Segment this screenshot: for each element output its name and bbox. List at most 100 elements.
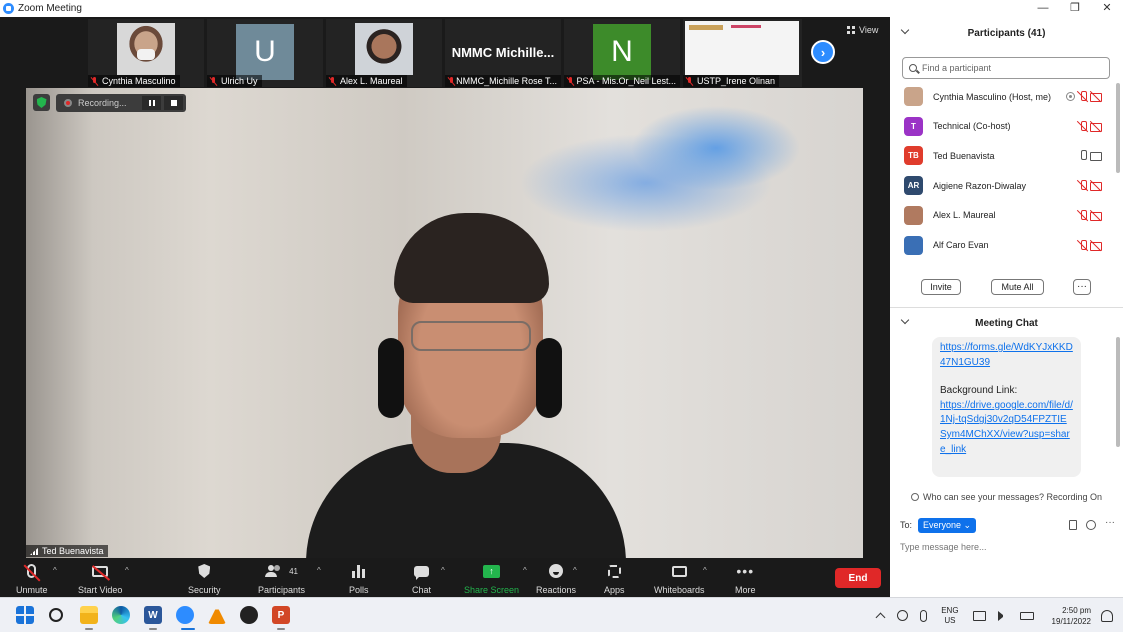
close-window-button[interactable]: ✕ [1091,0,1123,17]
language-indicator[interactable]: ENG US [941,606,958,626]
participant-row[interactable]: TB Ted Buenavista [890,141,1110,170]
participant-status [1066,120,1102,132]
microphone-icon[interactable] [920,609,928,622]
participant-scrollbar[interactable] [1116,83,1120,263]
thumbnail-psa[interactable]: N PSA - Mis.Or_Neil Lest... [564,19,680,87]
battery-icon[interactable] [1019,611,1034,620]
zoom-icon[interactable] [176,606,194,624]
thumbnail-ulrich[interactable]: U Ulrich Uy [207,19,323,87]
share-options-caret[interactable]: ^ [523,566,527,575]
thumbnail-alex[interactable]: Alex L. Maureal [326,19,442,87]
chat-link-forms[interactable]: https://forms.gle/WdKYJxKKD47N1GU39 [940,341,1073,370]
clock[interactable]: 2:50 pm 19/11/2022 [1052,605,1091,627]
notification-bell-icon[interactable] [1101,609,1113,622]
video-off-icon[interactable] [1090,91,1102,102]
apps-button[interactable]: Apps [604,562,625,595]
video-off-icon[interactable] [1090,180,1102,192]
thumbnail-nmmc[interactable]: NMMC Michille... NMMC_Michille Rose T... [445,19,561,87]
sync-icon[interactable] [897,610,909,621]
video-icon[interactable] [1090,150,1102,162]
windows-start-icon[interactable] [16,606,34,624]
chat-button[interactable]: Chat [412,562,431,595]
participant-row[interactable]: Alex L. Maureal [890,201,1110,230]
network-icon[interactable] [972,610,986,621]
chat-visibility-note[interactable]: Who can see your messages? Recording On [890,492,1123,502]
mic-muted-icon[interactable] [1077,180,1089,191]
reactions-button[interactable]: Reactions [536,562,576,595]
mic-muted-icon[interactable] [1077,120,1089,132]
more-dots-icon[interactable]: ··· [1105,518,1115,530]
polls-button[interactable]: Polls [349,562,369,595]
volume-icon[interactable] [997,610,1008,621]
unmute-button[interactable]: Unmute [16,562,48,595]
video-off-icon[interactable] [1090,121,1102,132]
whiteboard-options-caret[interactable]: ^ [703,566,707,575]
participants-options-caret[interactable]: ^ [317,566,321,575]
chat-message-input[interactable] [900,539,1110,555]
media-player-icon[interactable] [240,606,258,624]
mic-muted-icon [567,76,573,86]
running-indicator [277,628,285,630]
mic-muted-icon[interactable] [1077,209,1089,221]
chat-options-caret[interactable]: ^ [441,566,445,575]
participants-more-button[interactable]: ··· [1073,279,1091,295]
participant-name: Ted Buenavista [933,150,995,161]
file-explorer-icon[interactable] [80,606,98,624]
file-icon[interactable] [1069,520,1077,530]
word-icon[interactable]: W [144,606,162,624]
minimize-button[interactable]: — [1027,0,1059,17]
powerpoint-icon[interactable]: P [272,606,290,624]
emoji-icon[interactable] [1086,520,1096,530]
thumbnail-ustp[interactable]: USTP_Irene Olinan [683,19,802,87]
chat-link-drive[interactable]: https://drive.google.com/file/d/1Nj-tqSd… [940,399,1073,457]
start-video-button[interactable]: Start Video [78,562,122,595]
edge-browser-icon[interactable] [112,606,130,624]
chevron-down-icon[interactable] [900,25,910,35]
participant-search[interactable]: Find a participant [902,57,1110,79]
encryption-badge[interactable] [33,94,50,111]
participant-row[interactable]: Cynthia Masculino (Host, me) [890,82,1110,111]
polls-icon [352,564,366,578]
maximize-button[interactable]: ❐ [1059,0,1091,17]
audio-options-caret[interactable]: ^ [53,566,57,575]
participants-panel-header: Participants (41) [890,19,1123,47]
chevron-down-icon[interactable] [900,315,910,325]
pause-recording-button[interactable] [142,96,161,110]
security-button[interactable]: Security [188,562,221,595]
mic-muted-icon [686,76,693,86]
recipient-dropdown[interactable]: Everyone ⌄ [918,517,977,533]
participant-row[interactable]: Alf Caro Evan [890,231,1110,260]
next-page-button[interactable]: › [811,40,835,64]
mic-muted-icon [329,76,336,86]
thumbnail-name: NMMC_Michille Rose T... [445,75,561,87]
mic-muted-icon[interactable] [1077,239,1089,251]
view-button[interactable]: View [847,25,878,35]
mic-icon[interactable] [1077,150,1089,161]
mute-all-button[interactable]: Mute All [991,279,1044,295]
end-meeting-button[interactable]: End [835,568,881,588]
stop-recording-button[interactable] [164,96,183,110]
video-off-icon[interactable] [1090,240,1102,251]
mic-muted-icon[interactable] [1077,91,1089,102]
participant-row[interactable]: AR Aigiene Razon-Diwalay [890,171,1110,200]
thumbnail-cynthia[interactable]: Cynthia Masculino [88,19,204,87]
show-hidden-icons-chevron-icon[interactable] [875,612,886,623]
share-screen-button[interactable]: ↑ Share Screen [464,562,519,595]
invite-button[interactable]: Invite [921,279,961,295]
chat-scrollbar[interactable] [1116,337,1120,485]
person-icon [910,493,919,501]
avatar [904,87,923,106]
vlc-icon[interactable] [208,606,226,624]
whiteboards-button[interactable]: Whiteboards [654,562,705,595]
video-off-icon[interactable] [1090,210,1102,221]
participant-video [355,23,413,75]
reactions-options-caret[interactable]: ^ [573,566,577,575]
video-options-caret[interactable]: ^ [125,566,129,575]
participant-row[interactable]: T Technical (Co-host) [890,112,1110,141]
more-dots-icon: ••• [736,563,755,579]
search-icon[interactable] [49,608,63,622]
recording-indicator: Recording... [56,94,186,112]
participant-search-placeholder: Find a participant [922,63,992,73]
participants-button[interactable]: 41 Participants [258,562,305,595]
more-button[interactable]: ••• More [735,562,756,595]
